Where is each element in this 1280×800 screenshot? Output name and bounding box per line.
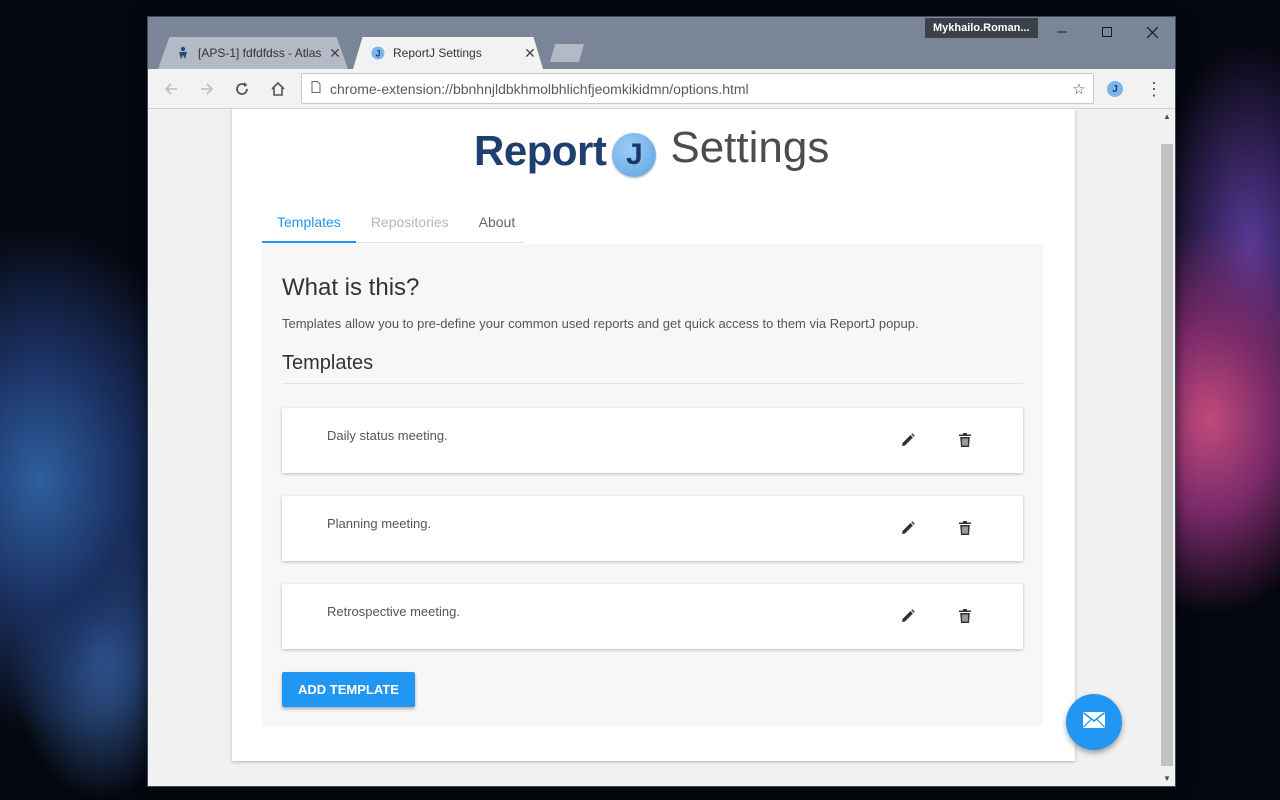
template-item: Daily status meeting. [282,408,1023,473]
menu-icon[interactable]: ⋮ [1145,77,1163,101]
trash-icon[interactable] [955,606,975,626]
reload-icon[interactable] [230,77,254,101]
tab-atlassian[interactable]: [APS-1] fdfdfdss - Atlass ✕ [158,37,348,69]
vertical-scrollbar[interactable]: ▲ ▼ [1159,109,1175,786]
scrollbar-thumb[interactable] [1161,144,1173,766]
trash-icon[interactable] [955,430,975,450]
browser-toolbar: chrome-extension://bbnhnjldbkhmolbhlichf… [148,69,1175,109]
page-title: Settings [670,123,830,172]
svg-text:J: J [375,49,380,59]
address-bar[interactable]: chrome-extension://bbnhnjldbkhmolbhlichf… [301,73,1094,104]
tab-reportj-settings[interactable]: J ReportJ Settings ✕ [353,37,543,69]
bookmark-star-icon[interactable]: ☆ [1065,80,1093,98]
new-tab-button[interactable] [550,44,584,62]
pencil-icon[interactable] [898,430,918,450]
scroll-up-icon[interactable]: ▲ [1159,112,1175,121]
tab-repositories[interactable]: Repositories [356,201,464,243]
template-name: Daily status meeting. [327,428,448,443]
template-name: Retrospective meeting. [327,604,460,619]
forward-icon[interactable] [195,77,219,101]
page-viewport: Report J Settings Templates Repositories… [148,109,1159,786]
profile-badge[interactable]: Mykhailo.Roman... [925,18,1038,38]
template-name: Planning meeting. [327,516,432,531]
scroll-down-icon[interactable]: ▼ [1159,774,1175,783]
close-tab-icon[interactable]: ✕ [322,45,348,62]
envelope-icon [1083,711,1105,733]
add-template-button[interactable]: ADD TEMPLATE [282,672,415,707]
brand-report: Report [474,127,607,174]
tab-about[interactable]: About [464,201,531,243]
feedback-fab-button[interactable] [1066,694,1122,750]
trash-icon[interactable] [955,518,975,538]
reportj-extension-icon[interactable]: J [1107,81,1123,97]
browser-window: [APS-1] fdfdfdss - Atlass ✕ J ReportJ Se… [147,16,1176,787]
back-icon[interactable] [159,77,183,101]
template-item: Retrospective meeting. [282,584,1023,649]
page-icon [302,81,330,96]
title-bar: [APS-1] fdfdfdss - Atlass ✕ J ReportJ Se… [148,17,1175,69]
close-window-icon[interactable] [1129,17,1175,47]
template-item: Planning meeting. [282,496,1023,561]
settings-card: Report J Settings Templates Repositories… [232,109,1075,761]
pencil-icon[interactable] [898,606,918,626]
tab-title: ReportJ Settings [393,46,482,60]
close-tab-icon[interactable]: ✕ [517,45,543,62]
brand-logo: Report J Settings [474,123,830,177]
home-icon[interactable] [266,77,290,101]
settings-tabs: Templates Repositories About [262,201,524,243]
tab-templates[interactable]: Templates [262,201,356,243]
templates-panel: What is this? Templates allow you to pre… [262,244,1043,726]
templates-heading: Templates [282,352,1023,384]
tab-title: [APS-1] fdfdfdss - Atlass [198,46,322,60]
pencil-icon[interactable] [898,518,918,538]
what-heading: What is this? [282,274,420,301]
url-text: chrome-extension://bbnhnjldbkhmolbhlichf… [330,80,749,97]
atlassian-icon [176,46,190,60]
reportj-icon: J [371,46,385,60]
maximize-icon[interactable] [1084,17,1130,47]
what-description: Templates allow you to pre-define your c… [282,316,919,331]
brand-j-icon: J [612,133,657,177]
minimize-icon[interactable] [1039,17,1085,47]
